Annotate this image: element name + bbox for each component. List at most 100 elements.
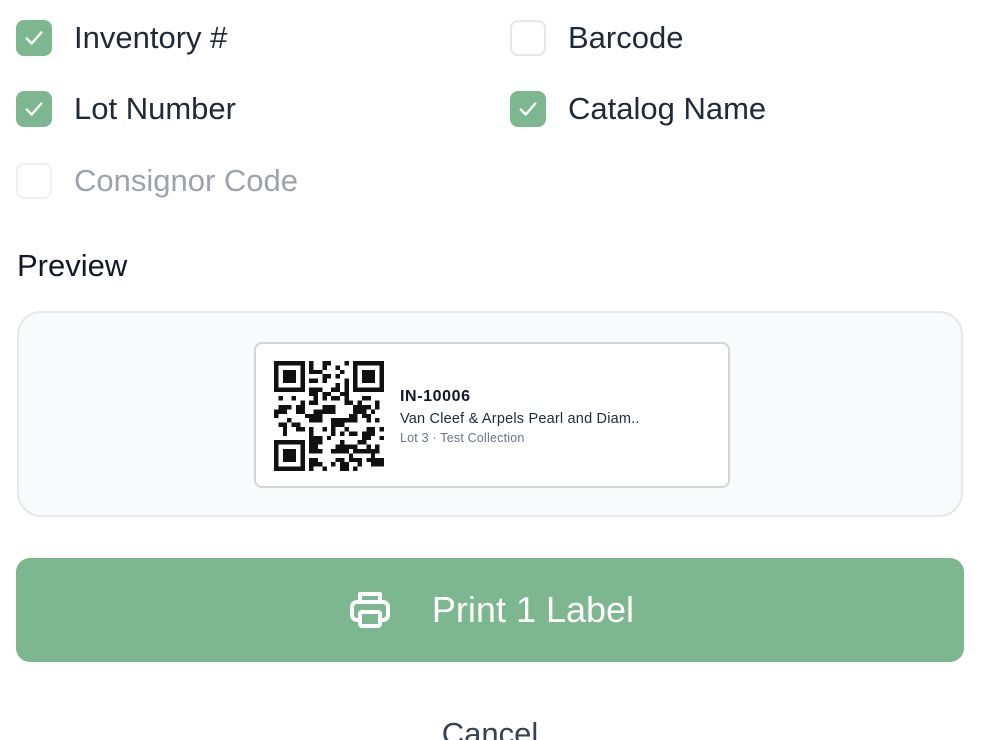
option-inventory-number[interactable]: Inventory # (16, 18, 227, 58)
qr-module (300, 400, 305, 405)
qr-module (287, 440, 292, 445)
qr-module (274, 453, 279, 458)
qr-module (353, 457, 358, 463)
qr-module (353, 387, 358, 392)
qr-module (287, 405, 292, 410)
qr-module (322, 409, 327, 414)
qr-module (362, 396, 367, 401)
qr-module (331, 449, 336, 454)
qr-module (353, 431, 358, 436)
print-label-button[interactable]: Print 1 Label (16, 558, 964, 662)
qr-module (375, 361, 380, 366)
qr-module (357, 449, 362, 454)
qr-module (274, 365, 279, 370)
qr-code-icon (274, 361, 384, 471)
qr-module (331, 422, 336, 427)
cancel-button[interactable]: Cancel (0, 716, 980, 740)
qr-module (366, 369, 371, 375)
option-lot-number[interactable]: Lot Number (16, 89, 236, 129)
qr-module (366, 405, 371, 410)
qr-module (322, 427, 327, 432)
qr-module (344, 400, 349, 405)
qr-module (370, 457, 376, 463)
qr-module (282, 374, 288, 379)
qr-module (309, 466, 314, 471)
qr-module (287, 361, 292, 366)
consignor-code-label: Consignor Code (74, 163, 299, 198)
qr-module (379, 462, 384, 467)
qr-module (353, 378, 358, 383)
qr-module (326, 405, 332, 410)
qr-module (362, 361, 367, 366)
qr-module (313, 440, 318, 445)
qr-module (300, 444, 305, 449)
qr-module (335, 365, 340, 370)
qr-module (322, 391, 327, 397)
qr-module (291, 361, 296, 366)
qr-module (287, 418, 292, 423)
qr-module (278, 396, 283, 401)
qr-module (278, 440, 283, 445)
print-button-label: Print 1 Label (431, 589, 635, 630)
qr-module (282, 422, 288, 427)
qr-module (335, 383, 340, 388)
catalog-name-checkbox[interactable] (510, 91, 546, 127)
qr-module (362, 405, 367, 410)
qr-module (300, 427, 305, 432)
qr-module (379, 383, 384, 388)
qr-module (375, 400, 380, 405)
qr-module (296, 405, 301, 410)
qr-module (344, 396, 349, 401)
qr-module (344, 444, 349, 449)
qr-module (344, 427, 349, 432)
qr-module (300, 409, 305, 414)
qr-module (278, 466, 283, 471)
qr-module (300, 449, 305, 454)
barcode-checkbox[interactable] (510, 20, 546, 56)
qr-module (353, 374, 358, 379)
qr-module (309, 431, 314, 436)
option-catalog-name[interactable]: Catalog Name (510, 89, 766, 129)
qr-module (370, 374, 376, 379)
qr-module (362, 378, 367, 383)
qr-module (313, 457, 318, 463)
qr-module (322, 378, 327, 383)
qr-module (348, 457, 354, 463)
qr-module (282, 431, 288, 436)
qr-module (300, 374, 305, 379)
qr-module (296, 361, 301, 366)
lot-number-checkbox[interactable] (16, 91, 52, 127)
qr-module (340, 369, 345, 375)
print-labels-panel: Inventory # Barcode Lot Number Catalog N… (0, 0, 984, 740)
inventory-number-checkbox[interactable] (16, 20, 52, 56)
qr-module (309, 378, 314, 383)
qr-module (287, 387, 292, 392)
qr-module (318, 387, 323, 392)
qr-module (348, 413, 354, 419)
qr-module (335, 418, 340, 423)
qr-module (375, 405, 380, 410)
qr-module (340, 457, 345, 463)
option-consignor-code: Consignor Code (16, 161, 298, 201)
qr-module (331, 405, 336, 410)
qr-module (274, 383, 279, 388)
qr-module (362, 413, 367, 419)
qr-module (274, 361, 279, 366)
qr-module (313, 435, 318, 441)
qr-module (362, 409, 367, 414)
qr-module (274, 449, 279, 454)
qr-module (300, 440, 305, 445)
qr-module (344, 361, 349, 366)
qr-module (322, 405, 327, 410)
check-icon (25, 102, 43, 116)
qr-module (375, 457, 380, 463)
check-icon (25, 31, 43, 45)
qr-module (335, 374, 340, 379)
qr-module (357, 361, 362, 366)
qr-module (318, 409, 323, 414)
qr-module (300, 369, 305, 375)
qr-module (326, 361, 332, 366)
qr-module (357, 405, 362, 410)
option-barcode[interactable]: Barcode (510, 18, 683, 58)
qr-module (362, 449, 367, 454)
